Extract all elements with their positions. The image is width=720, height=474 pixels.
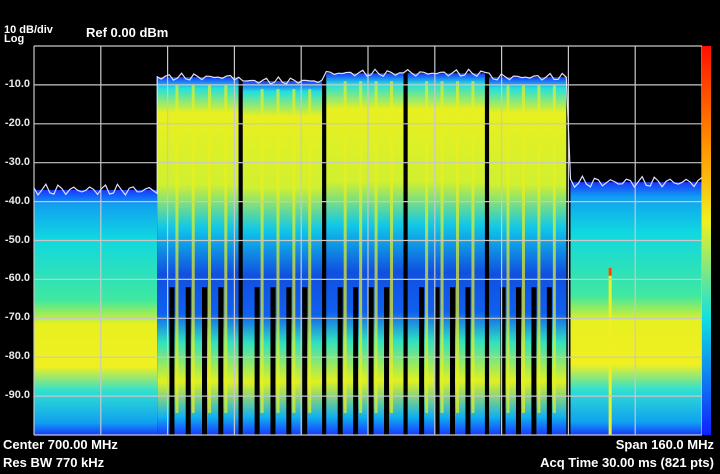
density-gap [419, 287, 425, 435]
spur-peak [608, 267, 612, 276]
spectrum-plot [33, 45, 711, 436]
density-stripe [224, 85, 228, 414]
density-gap [368, 287, 374, 435]
density-stripe [292, 89, 296, 413]
density-gap [169, 287, 175, 435]
density-stripe [537, 85, 541, 414]
density-stripe [390, 81, 394, 413]
density-gap [337, 287, 343, 435]
density-gap [254, 287, 260, 435]
density-stripe [260, 89, 264, 413]
density-stripe [276, 89, 280, 413]
density-gap [515, 287, 521, 435]
density-stripe [374, 81, 378, 413]
density-noise-left [34, 189, 158, 435]
density-gap [302, 287, 308, 435]
acquisition-time: Acq Time 30.00 ms (821 pts) [540, 455, 714, 470]
density-gap [202, 287, 208, 435]
density-stripe [343, 81, 347, 413]
density-noise-right [570, 182, 702, 435]
resolution-bandwidth: Res BW 770 kHz [3, 455, 105, 470]
density-stripe [191, 85, 195, 414]
density-stripe [308, 89, 312, 413]
density-gap [465, 287, 471, 435]
density-gap [286, 287, 292, 435]
density-stripe [440, 81, 444, 413]
density-stripe [425, 81, 429, 413]
density-gap [185, 287, 191, 435]
density-gap [270, 287, 276, 435]
density-stripe [471, 81, 475, 413]
span: Span 160.0 MHz [615, 437, 714, 452]
density-stripe [175, 85, 179, 414]
color-scale-bar [702, 46, 711, 435]
density-gap [450, 287, 456, 435]
density-gap [218, 287, 224, 435]
density-stripe [521, 85, 525, 414]
density-stripe [506, 85, 510, 414]
density-stripe [552, 85, 556, 414]
density-stripe [359, 81, 363, 413]
density-gap [546, 287, 552, 435]
center-frequency: Center 700.00 MHz [3, 437, 118, 452]
spur [608, 267, 612, 435]
density-stripe [208, 85, 212, 414]
density-stripe [456, 81, 460, 413]
density-gap [353, 287, 359, 435]
density-gap [384, 287, 390, 435]
density-gap [531, 287, 537, 435]
